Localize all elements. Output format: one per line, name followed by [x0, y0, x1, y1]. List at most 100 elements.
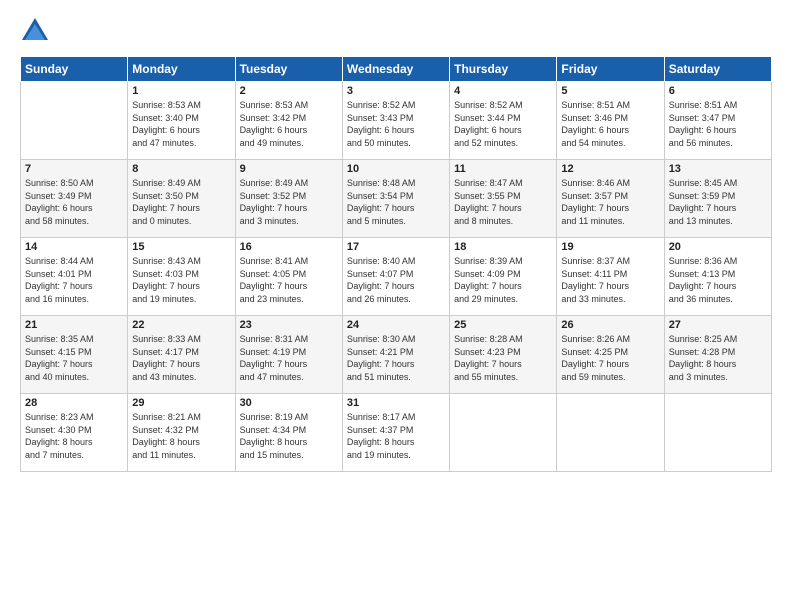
week-row-2: 7 Sunrise: 8:50 AM Sunset: 3:49 PM Daylig… — [21, 160, 772, 238]
day-number: 26 — [561, 319, 659, 331]
cell-info: Sunrise: 8:49 AM Sunset: 3:50 PM Dayligh… — [132, 177, 230, 227]
cell-info: Sunrise: 8:25 AM Sunset: 4:28 PM Dayligh… — [669, 333, 767, 383]
cell-info: Sunrise: 8:53 AM Sunset: 3:40 PM Dayligh… — [132, 99, 230, 149]
day-number: 4 — [454, 85, 552, 97]
cell-w2-d6: 12 Sunrise: 8:46 AM Sunset: 3:57 PM Dayli… — [557, 160, 664, 238]
page: Sunday Monday Tuesday Wednesday Thursday… — [0, 0, 792, 612]
day-number: 29 — [132, 397, 230, 409]
logo-icon — [20, 16, 50, 46]
cell-w1-d2: 1Sunrise: 8:53 AM Sunset: 3:40 PM Daylig… — [128, 82, 235, 160]
cell-info: Sunrise: 8:52 AM Sunset: 3:44 PM Dayligh… — [454, 99, 552, 149]
header — [20, 16, 772, 46]
cell-w4-d7: 27Sunrise: 8:25 AM Sunset: 4:28 PM Dayli… — [664, 316, 771, 394]
col-monday: Monday — [128, 57, 235, 82]
cell-w5-d3: 30 Sunrise: 8:19 AM Sunset: 4:34 PM Dayli… — [235, 394, 342, 472]
cell-w5-d6 — [557, 394, 664, 472]
day-number: 25 — [454, 319, 552, 331]
cell-info: Sunrise: 8:28 AM Sunset: 4:23 PM Dayligh… — [454, 333, 552, 383]
cell-info: Sunrise: 8:44 AM Sunset: 4:01 PM Dayligh… — [25, 255, 123, 305]
day-number: 19 — [561, 241, 659, 253]
cell-w2-d7: 13 Sunrise: 8:45 AM Sunset: 3:59 PM Dayli… — [664, 160, 771, 238]
day-number: 14 — [25, 241, 123, 253]
cell-info: Sunrise: 8:30 AM Sunset: 4:21 PM Dayligh… — [347, 333, 445, 383]
day-number: 12 — [561, 163, 659, 175]
cell-w2-d5: 11Sunrise: 8:47 AM Sunset: 3:55 PM Dayli… — [450, 160, 557, 238]
cell-info: Sunrise: 8:51 AM Sunset: 3:47 PM Dayligh… — [669, 99, 767, 149]
cell-info: Sunrise: 8:17 AM Sunset: 4:37 PM Dayligh… — [347, 411, 445, 461]
cell-info: Sunrise: 8:46 AM Sunset: 3:57 PM Dayligh… — [561, 177, 659, 227]
day-number: 17 — [347, 241, 445, 253]
day-number: 22 — [132, 319, 230, 331]
logo — [20, 16, 54, 46]
cell-w5-d2: 29 Sunrise: 8:21 AM Sunset: 4:32 PM Dayli… — [128, 394, 235, 472]
col-sunday: Sunday — [21, 57, 128, 82]
cell-w3-d2: 15 Sunrise: 8:43 AM Sunset: 4:03 PM Dayli… — [128, 238, 235, 316]
cell-w5-d5 — [450, 394, 557, 472]
cell-w3-d3: 16Sunrise: 8:41 AM Sunset: 4:05 PM Dayli… — [235, 238, 342, 316]
day-number: 9 — [240, 163, 338, 175]
col-friday: Friday — [557, 57, 664, 82]
day-number: 24 — [347, 319, 445, 331]
cell-w5-d4: 31 Sunrise: 8:17 AM Sunset: 4:37 PM Dayli… — [342, 394, 449, 472]
cell-info: Sunrise: 8:43 AM Sunset: 4:03 PM Dayligh… — [132, 255, 230, 305]
cell-w1-d1 — [21, 82, 128, 160]
day-number: 31 — [347, 397, 445, 409]
cell-info: Sunrise: 8:51 AM Sunset: 3:46 PM Dayligh… — [561, 99, 659, 149]
col-saturday: Saturday — [664, 57, 771, 82]
cell-info: Sunrise: 8:21 AM Sunset: 4:32 PM Dayligh… — [132, 411, 230, 461]
cell-w4-d5: 25 Sunrise: 8:28 AM Sunset: 4:23 PM Dayli… — [450, 316, 557, 394]
day-number: 30 — [240, 397, 338, 409]
cell-info: Sunrise: 8:50 AM Sunset: 3:49 PM Dayligh… — [25, 177, 123, 227]
cell-info: Sunrise: 8:26 AM Sunset: 4:25 PM Dayligh… — [561, 333, 659, 383]
day-number: 18 — [454, 241, 552, 253]
cell-w3-d7: 20 Sunrise: 8:36 AM Sunset: 4:13 PM Dayli… — [664, 238, 771, 316]
calendar-table: Sunday Monday Tuesday Wednesday Thursday… — [20, 56, 772, 472]
cell-w2-d1: 7 Sunrise: 8:50 AM Sunset: 3:49 PM Daylig… — [21, 160, 128, 238]
cell-w1-d6: 5Sunrise: 8:51 AM Sunset: 3:46 PM Daylig… — [557, 82, 664, 160]
col-wednesday: Wednesday — [342, 57, 449, 82]
day-number: 8 — [132, 163, 230, 175]
cell-w1-d5: 4 Sunrise: 8:52 AM Sunset: 3:44 PM Daylig… — [450, 82, 557, 160]
day-number: 16 — [240, 241, 338, 253]
day-number: 20 — [669, 241, 767, 253]
cell-w1-d3: 2Sunrise: 8:53 AM Sunset: 3:42 PM Daylig… — [235, 82, 342, 160]
week-row-3: 14 Sunrise: 8:44 AM Sunset: 4:01 PM Dayli… — [21, 238, 772, 316]
cell-info: Sunrise: 8:35 AM Sunset: 4:15 PM Dayligh… — [25, 333, 123, 383]
day-number: 2 — [240, 85, 338, 97]
cell-info: Sunrise: 8:47 AM Sunset: 3:55 PM Dayligh… — [454, 177, 552, 227]
cell-w1-d4: 3 Sunrise: 8:52 AM Sunset: 3:43 PM Daylig… — [342, 82, 449, 160]
week-row-1: 1Sunrise: 8:53 AM Sunset: 3:40 PM Daylig… — [21, 82, 772, 160]
cell-w3-d1: 14 Sunrise: 8:44 AM Sunset: 4:01 PM Dayli… — [21, 238, 128, 316]
cell-w3-d6: 19 Sunrise: 8:37 AM Sunset: 4:11 PM Dayli… — [557, 238, 664, 316]
week-row-5: 28Sunrise: 8:23 AM Sunset: 4:30 PM Dayli… — [21, 394, 772, 472]
cell-info: Sunrise: 8:52 AM Sunset: 3:43 PM Dayligh… — [347, 99, 445, 149]
cell-w3-d4: 17 Sunrise: 8:40 AM Sunset: 4:07 PM Dayli… — [342, 238, 449, 316]
cell-info: Sunrise: 8:23 AM Sunset: 4:30 PM Dayligh… — [25, 411, 123, 461]
cell-info: Sunrise: 8:19 AM Sunset: 4:34 PM Dayligh… — [240, 411, 338, 461]
cell-w1-d7: 6 Sunrise: 8:51 AM Sunset: 3:47 PM Daylig… — [664, 82, 771, 160]
calendar-header: Sunday Monday Tuesday Wednesday Thursday… — [21, 57, 772, 82]
day-number: 15 — [132, 241, 230, 253]
cell-info: Sunrise: 8:31 AM Sunset: 4:19 PM Dayligh… — [240, 333, 338, 383]
day-number: 6 — [669, 85, 767, 97]
cell-w4-d4: 24 Sunrise: 8:30 AM Sunset: 4:21 PM Dayli… — [342, 316, 449, 394]
cell-info: Sunrise: 8:37 AM Sunset: 4:11 PM Dayligh… — [561, 255, 659, 305]
day-number: 10 — [347, 163, 445, 175]
cell-info: Sunrise: 8:33 AM Sunset: 4:17 PM Dayligh… — [132, 333, 230, 383]
cell-info: Sunrise: 8:48 AM Sunset: 3:54 PM Dayligh… — [347, 177, 445, 227]
cell-w2-d2: 8 Sunrise: 8:49 AM Sunset: 3:50 PM Daylig… — [128, 160, 235, 238]
calendar-body: 1Sunrise: 8:53 AM Sunset: 3:40 PM Daylig… — [21, 82, 772, 472]
cell-w4-d6: 26 Sunrise: 8:26 AM Sunset: 4:25 PM Dayli… — [557, 316, 664, 394]
cell-info: Sunrise: 8:45 AM Sunset: 3:59 PM Dayligh… — [669, 177, 767, 227]
cell-w5-d7 — [664, 394, 771, 472]
cell-w4-d1: 21Sunrise: 8:35 AM Sunset: 4:15 PM Dayli… — [21, 316, 128, 394]
cell-w4-d3: 23Sunrise: 8:31 AM Sunset: 4:19 PM Dayli… — [235, 316, 342, 394]
day-number: 7 — [25, 163, 123, 175]
day-number: 13 — [669, 163, 767, 175]
day-number: 3 — [347, 85, 445, 97]
cell-info: Sunrise: 8:40 AM Sunset: 4:07 PM Dayligh… — [347, 255, 445, 305]
cell-info: Sunrise: 8:49 AM Sunset: 3:52 PM Dayligh… — [240, 177, 338, 227]
cell-info: Sunrise: 8:36 AM Sunset: 4:13 PM Dayligh… — [669, 255, 767, 305]
cell-w5-d1: 28Sunrise: 8:23 AM Sunset: 4:30 PM Dayli… — [21, 394, 128, 472]
col-tuesday: Tuesday — [235, 57, 342, 82]
